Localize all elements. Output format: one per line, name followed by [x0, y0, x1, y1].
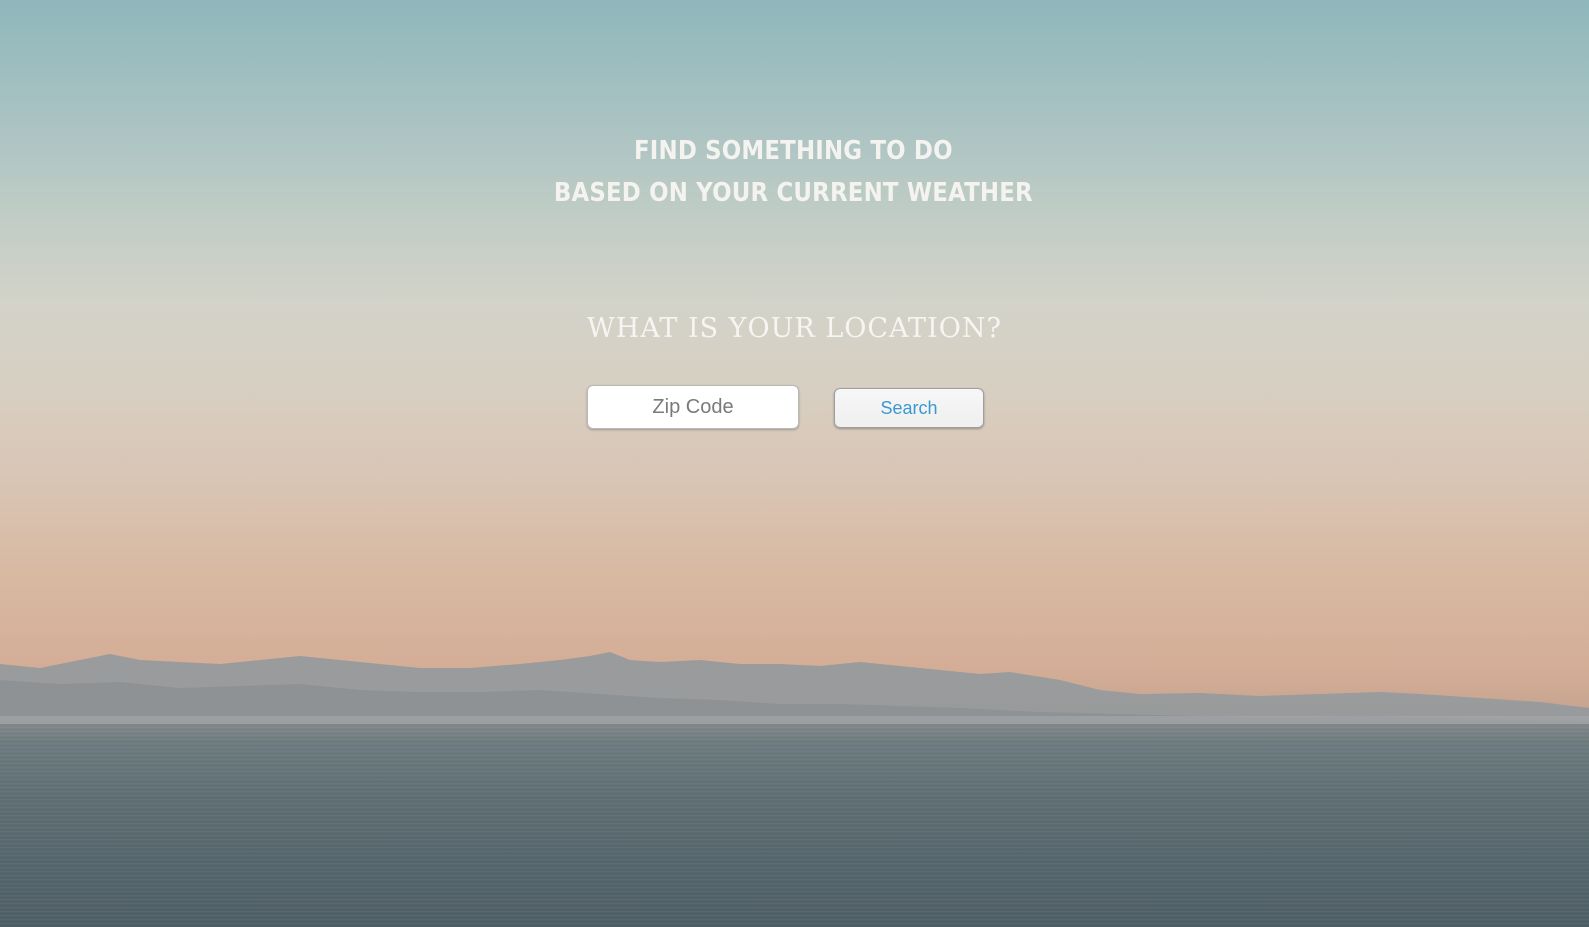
landing-page: FIND SOMETHING TO DO BASED ON YOUR CURRE…: [0, 0, 1589, 927]
search-button[interactable]: Search: [834, 388, 984, 428]
page-headline: FIND SOMETHING TO DO BASED ON YOUR CURRE…: [94, 130, 1492, 214]
location-question: WHAT IS YOUR LOCATION?: [587, 313, 1002, 344]
sea-surface: [0, 723, 1589, 927]
headline-line-1: FIND SOMETHING TO DO: [633, 136, 953, 166]
zip-code-input[interactable]: [587, 385, 799, 429]
headline-line-2: BASED ON YOUR CURRENT WEATHER: [553, 178, 1033, 208]
